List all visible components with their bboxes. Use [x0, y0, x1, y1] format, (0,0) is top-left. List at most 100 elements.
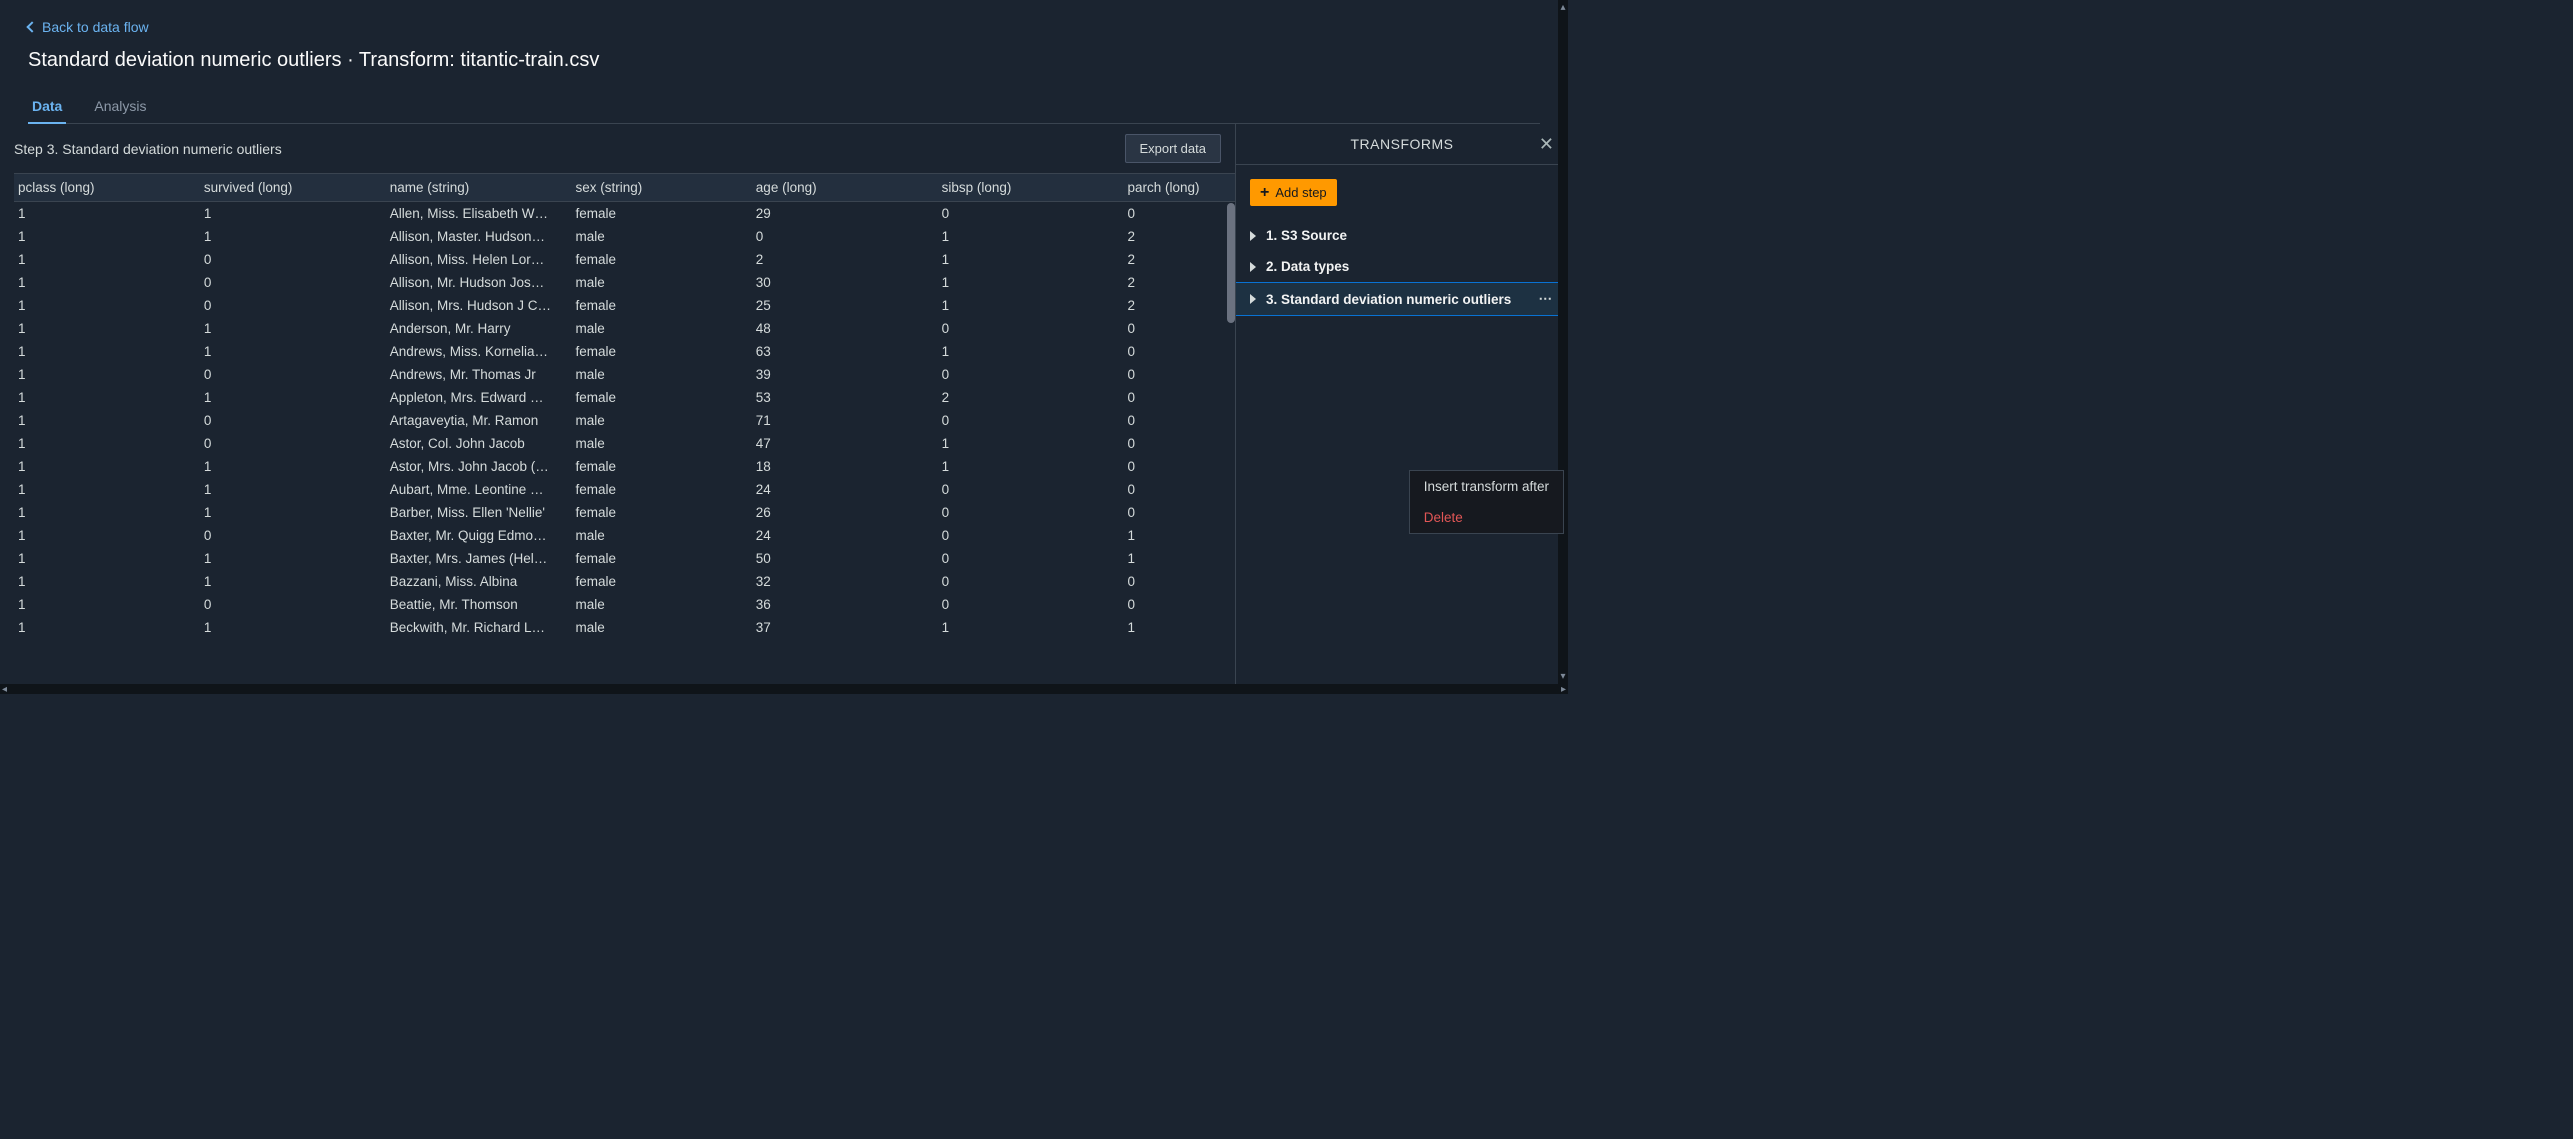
table-row[interactable]: 10Artagaveytia, Mr. Ramonmale7100: [14, 409, 1235, 432]
table-cell: 2: [1123, 225, 1235, 248]
expand-triangle-icon[interactable]: [1250, 294, 1256, 304]
table-row[interactable]: 10Astor, Col. John Jacobmale4710: [14, 432, 1235, 455]
table-cell: Bazzani, Miss. Albina: [386, 570, 572, 593]
table-row[interactable]: 11Beckwith, Mr. Richard L…male3711: [14, 616, 1235, 639]
expand-triangle-icon[interactable]: [1250, 231, 1256, 241]
table-row[interactable]: 11Bazzani, Miss. Albinafemale3200: [14, 570, 1235, 593]
table-cell: Allison, Miss. Helen Lor…: [386, 248, 572, 271]
table-cell: 0: [200, 432, 386, 455]
table-cell: 0: [200, 409, 386, 432]
table-cell: 1: [938, 225, 1124, 248]
table-row[interactable]: 11Aubart, Mme. Leontine …female2400: [14, 478, 1235, 501]
table-row[interactable]: 11Astor, Mrs. John Jacob (…female1810: [14, 455, 1235, 478]
column-header[interactable]: sibsp (long): [938, 174, 1124, 202]
table-row[interactable]: 11Anderson, Mr. Harrymale4800: [14, 317, 1235, 340]
table-cell: Appleton, Mrs. Edward …: [386, 386, 572, 409]
scroll-right-arrow-icon[interactable]: ▸: [1561, 684, 1566, 695]
table-cell: 0: [938, 593, 1124, 616]
table-row[interactable]: 10Allison, Mrs. Hudson J C…female2512: [14, 294, 1235, 317]
table-cell: male: [572, 363, 752, 386]
transform-step-item[interactable]: 3. Standard deviation numeric outliers⋯: [1236, 282, 1568, 316]
close-icon[interactable]: ✕: [1539, 134, 1554, 155]
plus-icon: +: [1260, 186, 1269, 200]
table-cell: 1: [14, 547, 200, 570]
table-cell: female: [572, 501, 752, 524]
scroll-down-arrow-icon[interactable]: ▾: [1560, 671, 1565, 682]
window-vertical-scrollbar[interactable]: ▴ ▾: [1558, 0, 1568, 684]
table-cell: 0: [200, 248, 386, 271]
table-cell: 1: [938, 616, 1124, 639]
table-cell: Astor, Col. John Jacob: [386, 432, 572, 455]
table-cell: male: [572, 271, 752, 294]
table-cell: 0: [1123, 363, 1235, 386]
table-cell: 1: [938, 271, 1124, 294]
table-cell: Artagaveytia, Mr. Ramon: [386, 409, 572, 432]
table-cell: 1: [938, 455, 1124, 478]
table-row[interactable]: 10Allison, Miss. Helen Lor…female212: [14, 248, 1235, 271]
table-row[interactable]: 10Baxter, Mr. Quigg Edmo…male2401: [14, 524, 1235, 547]
menu-delete[interactable]: Delete: [1410, 502, 1563, 533]
table-cell: 1: [938, 340, 1124, 363]
back-to-flow-link[interactable]: Back to data flow: [28, 19, 149, 35]
table-cell: 1: [14, 570, 200, 593]
table-cell: 0: [938, 202, 1124, 226]
table-cell: 1: [200, 386, 386, 409]
table-cell: Beckwith, Mr. Richard L…: [386, 616, 572, 639]
table-scrollbar-thumb[interactable]: [1227, 203, 1235, 323]
table-cell: Beattie, Mr. Thomson: [386, 593, 572, 616]
table-cell: 0: [1123, 386, 1235, 409]
table-cell: 2: [1123, 271, 1235, 294]
column-header[interactable]: survived (long): [200, 174, 386, 202]
table-cell: 1: [200, 202, 386, 226]
table-row[interactable]: 11Andrews, Miss. Kornelia…female6310: [14, 340, 1235, 363]
table-cell: male: [572, 225, 752, 248]
transforms-panel: TRANSFORMS ✕ + Add step 1. S3 Source2. D…: [1235, 124, 1568, 694]
table-cell: male: [572, 409, 752, 432]
table-row[interactable]: 10Beattie, Mr. Thomsonmale3600: [14, 593, 1235, 616]
table-cell: 1: [200, 547, 386, 570]
scroll-left-arrow-icon[interactable]: ◂: [2, 684, 7, 695]
add-step-label: Add step: [1275, 185, 1326, 200]
add-step-button[interactable]: + Add step: [1250, 179, 1337, 206]
expand-triangle-icon[interactable]: [1250, 262, 1256, 272]
tab-data[interactable]: Data: [28, 90, 66, 124]
table-row[interactable]: 10Andrews, Mr. Thomas Jrmale3900: [14, 363, 1235, 386]
tab-analysis[interactable]: Analysis: [90, 90, 150, 124]
column-header[interactable]: age (long): [752, 174, 938, 202]
table-cell: 71: [752, 409, 938, 432]
menu-insert-transform-after[interactable]: Insert transform after: [1410, 471, 1563, 502]
data-table: pclass (long)survived (long)name (string…: [14, 173, 1235, 639]
table-row[interactable]: 11Barber, Miss. Ellen 'Nellie'female2600: [14, 501, 1235, 524]
kebab-icon[interactable]: ⋯: [1539, 291, 1555, 307]
column-header[interactable]: parch (long): [1123, 174, 1235, 202]
transforms-title: TRANSFORMS: [1351, 136, 1454, 152]
transform-step-item[interactable]: 2. Data types: [1236, 251, 1568, 282]
table-cell: 1: [200, 570, 386, 593]
table-row[interactable]: 11Appleton, Mrs. Edward …female5320: [14, 386, 1235, 409]
column-header[interactable]: sex (string): [572, 174, 752, 202]
column-header[interactable]: name (string): [386, 174, 572, 202]
table-cell: 0: [938, 524, 1124, 547]
table-row[interactable]: 11Allen, Miss. Elisabeth W…female2900: [14, 202, 1235, 226]
export-data-button[interactable]: Export data: [1125, 134, 1222, 163]
table-cell: 0: [938, 547, 1124, 570]
table-cell: Allison, Master. Hudson…: [386, 225, 572, 248]
column-header[interactable]: pclass (long): [14, 174, 200, 202]
table-row[interactable]: 11Baxter, Mrs. James (Hel…female5001: [14, 547, 1235, 570]
window-horizontal-scrollbar[interactable]: ◂ ▸: [0, 684, 1568, 694]
table-cell: 1: [14, 616, 200, 639]
table-cell: 25: [752, 294, 938, 317]
table-cell: 0: [200, 271, 386, 294]
table-cell: 1: [200, 455, 386, 478]
scroll-up-arrow-icon[interactable]: ▴: [1560, 2, 1565, 13]
table-cell: female: [572, 570, 752, 593]
table-cell: 0: [200, 363, 386, 386]
table-cell: 53: [752, 386, 938, 409]
table-cell: 0: [1123, 501, 1235, 524]
table-cell: 18: [752, 455, 938, 478]
table-cell: 2: [752, 248, 938, 271]
table-cell: 0: [200, 294, 386, 317]
table-row[interactable]: 10Allison, Mr. Hudson Jos…male3012: [14, 271, 1235, 294]
transform-step-item[interactable]: 1. S3 Source: [1236, 220, 1568, 251]
table-row[interactable]: 11Allison, Master. Hudson…male012: [14, 225, 1235, 248]
